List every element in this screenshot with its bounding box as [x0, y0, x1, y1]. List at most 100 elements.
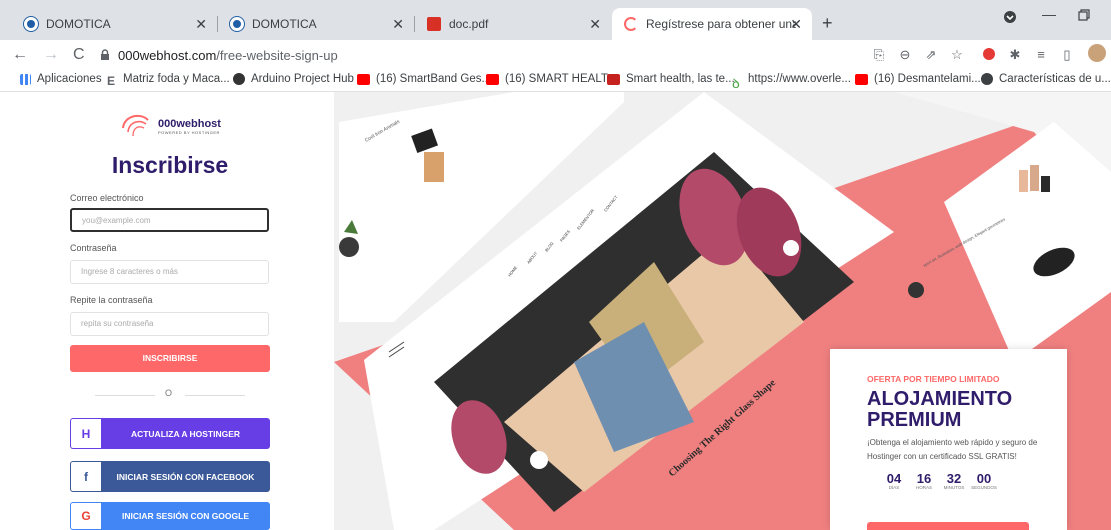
countdown-unit: DÍAS: [888, 485, 900, 490]
globe-icon: [981, 73, 993, 85]
countdown-value: 32: [946, 471, 962, 486]
new-tab-plus-icon[interactable]: +: [822, 13, 833, 34]
repeat-password-label: Repite la contraseña: [70, 295, 153, 305]
offer-title-line2: PREMIUM: [867, 409, 962, 431]
reading-list-icon[interactable]: ≡: [1034, 48, 1048, 62]
facebook-login-button[interactable]: f INICIAR SESIÓN CON FACEBOOK: [70, 461, 270, 492]
bookmark-label: Smart health, las te...: [626, 73, 735, 85]
countdown-value: 04: [886, 471, 902, 486]
offer-cta-button[interactable]: [867, 522, 1029, 530]
bookmark-matriz[interactable]: E Matriz foda y Maca...: [107, 73, 230, 88]
bookmark-apps[interactable]: Aplicaciones: [20, 73, 102, 85]
side-panel-icon[interactable]: ▯: [1060, 48, 1074, 62]
address-bar[interactable]: 000webhost.com/free-website-sign-up: [100, 42, 870, 68]
divider-right: [185, 395, 245, 396]
promo-panel: Cool Iron Animals HOME ABOUT BLOG PAGES …: [334, 92, 1111, 530]
minimize-icon[interactable]: —: [1042, 6, 1056, 22]
signup-button[interactable]: INSCRIBIRSE: [70, 345, 270, 372]
extension-red-icon[interactable]: [982, 48, 996, 62]
bookmark-label: Arduino Project Hub: [251, 73, 354, 85]
tab-title: DOMOTICA: [252, 17, 317, 31]
pdf-icon: [427, 17, 441, 31]
or-separator: O: [165, 388, 173, 398]
facebook-label: INICIAR SESIÓN CON FACEBOOK: [116, 471, 255, 482]
repeat-password-field[interactable]: repita su contraseña: [70, 312, 269, 336]
bookmark-label: (16) Desmantelami...: [874, 73, 981, 85]
tab-domotica-2[interactable]: DOMOTICA ✕: [218, 8, 414, 40]
countdown-unit: SEGUNDOS: [971, 485, 997, 490]
offer-title-line1: ALOJAMIENTO: [867, 388, 1013, 410]
page-title: Inscribirse: [111, 152, 229, 178]
google-login-button[interactable]: G INICIAR SESIÓN CON GOOGLE: [70, 502, 270, 530]
lock-icon: [100, 49, 110, 61]
url-path: /free-website-sign-up: [216, 47, 338, 63]
restore-window-icon[interactable]: [1078, 8, 1090, 24]
share-icon[interactable]: ⇗: [924, 48, 938, 62]
tab-register-active[interactable]: Regístrese para obtener una cue ✕: [612, 8, 812, 40]
youtube-icon: [855, 73, 868, 85]
offer-tag: OFERTA POR TIEMPO LIMITADO: [867, 374, 1000, 384]
browser-toolbar: ← → C 000webhost.com/free-website-sign-u…: [0, 40, 1111, 70]
bookmark-label: https://www.overle...: [748, 73, 851, 85]
bookmark-label: Matriz foda y Maca...: [123, 73, 230, 85]
close-tab-icon[interactable]: ✕: [589, 16, 601, 33]
signup-panel: 000webhost POWERED BY HOSTINGER Inscribi…: [0, 92, 334, 530]
hostinger-icon: H: [71, 419, 101, 448]
countdown-unit: MINUTOS: [943, 485, 965, 490]
000webhost-swirl-icon: [122, 114, 149, 137]
tab-domotica-1[interactable]: DOMOTICA ✕: [12, 8, 217, 40]
tab-doc-pdf[interactable]: doc.pdf ✕: [415, 8, 611, 40]
countdown-value: 16: [916, 471, 932, 486]
domotica-favicon-icon: [230, 17, 244, 31]
avatar[interactable]: [1087, 44, 1107, 64]
bookmark-label: (16) SMART HEALT...: [505, 73, 617, 85]
letter-e-icon: E: [107, 73, 116, 88]
email-placeholder: you@example.com: [82, 216, 151, 225]
bookmark-caracteristicas[interactable]: Características de u...: [981, 73, 1111, 85]
reload-icon[interactable]: C: [73, 46, 85, 64]
bookmark-label: Aplicaciones: [37, 73, 102, 85]
countdown-hours: 16 HORAS: [909, 472, 939, 490]
bookmark-smart-health-video[interactable]: (16) SMART HEALT...: [486, 73, 616, 85]
password-field[interactable]: Ingrese 8 caracteres o más: [70, 260, 269, 284]
limited-offer-card: OFERTA POR TIEMPO LIMITADO ALOJAMIENTO P…: [830, 349, 1067, 530]
bookmarks-bar: Aplicaciones E Matriz foda y Maca... Ard…: [0, 70, 1111, 92]
bookmark-smart-health[interactable]: Smart health, las te...: [607, 73, 735, 85]
url-domain: 000webhost.com: [118, 47, 217, 63]
password-placeholder: Ingrese 8 caracteres o más: [81, 267, 178, 276]
close-tab-icon[interactable]: ✕: [195, 16, 207, 33]
zoom-icon[interactable]: ⊖: [898, 48, 912, 62]
countdown-value: 00: [976, 471, 992, 486]
logo-name: 000webhost: [158, 117, 221, 130]
domotica-favicon-icon: [24, 17, 38, 31]
bookmark-label: (16) SmartBand Ges...: [376, 73, 492, 85]
hostinger-button[interactable]: H ACTUALIZA A HOSTINGER: [70, 418, 270, 449]
translate-icon[interactable]: ⎘: [872, 48, 886, 62]
tab-title: doc.pdf: [449, 17, 489, 31]
tab-title: Regístrese para obtener una cue: [646, 17, 796, 31]
close-tab-icon[interactable]: ✕: [790, 16, 802, 33]
youtube-icon: [486, 73, 499, 85]
email-field[interactable]: you@example.com: [70, 208, 269, 232]
email-label: Correo electrónico: [70, 193, 144, 203]
back-arrow-icon[interactable]: ←: [12, 46, 28, 64]
site-favicon-icon: [607, 73, 620, 85]
countdown-seconds: 00 SEGUNDOS: [969, 472, 999, 490]
extensions-puzzle-icon[interactable]: ✱: [1008, 48, 1022, 62]
youtube-icon: [357, 73, 370, 85]
close-tab-icon[interactable]: ✕: [392, 16, 404, 33]
000webhost-favicon-icon: [624, 17, 638, 31]
divider-left: [95, 395, 155, 396]
bookmark-desmantelamiento[interactable]: (16) Desmantelami...: [855, 73, 981, 85]
bookmark-arduino[interactable]: Arduino Project Hub: [233, 73, 354, 85]
forward-arrow-icon[interactable]: →: [43, 46, 59, 64]
countdown-unit: HORAS: [915, 485, 932, 490]
profile-menu-icon[interactable]: [1003, 10, 1017, 27]
hostinger-label: ACTUALIZA A HOSTINGER: [130, 428, 241, 439]
bookmark-star-icon[interactable]: ☆: [950, 48, 964, 62]
000webhost-logo: 000webhost POWERED BY HOSTINGER: [120, 114, 221, 138]
facebook-icon: f: [71, 462, 101, 491]
bookmark-smartband[interactable]: (16) SmartBand Ges...: [357, 73, 491, 85]
bookmark-overleaf[interactable]: ꝺ https://www.overle...: [732, 73, 851, 91]
repeat-password-placeholder: repita su contraseña: [81, 319, 154, 328]
